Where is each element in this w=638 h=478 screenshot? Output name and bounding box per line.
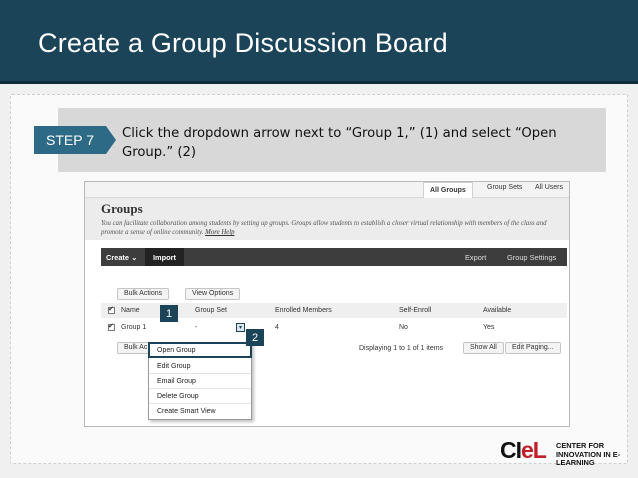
bulk-actions-button[interactable]: Bulk Actions — [117, 288, 170, 300]
ciel-logo: CIeL CENTER FOR INNOVATION IN E-LEARNING — [500, 437, 630, 467]
import-button[interactable]: Import — [145, 248, 184, 266]
logo-mark: CIeL — [500, 437, 547, 463]
menu-email-group[interactable]: Email Group — [149, 374, 251, 389]
group-name[interactable]: Group 1 — [121, 324, 146, 331]
view-options-button[interactable]: View Options — [185, 288, 241, 300]
edit-paging-button[interactable]: Edit Paging... — [505, 342, 561, 354]
col-self-enroll[interactable]: Self-Enroll — [399, 307, 431, 314]
group-set-value: - — [195, 324, 198, 331]
show-all-button[interactable]: Show All — [463, 342, 504, 354]
tab-all-users[interactable]: All Users — [535, 184, 563, 191]
col-group-set[interactable]: Group Set — [195, 307, 227, 314]
select-all-checkbox[interactable] — [108, 305, 115, 314]
callout-marker-1: 1 — [160, 305, 178, 322]
menu-edit-group[interactable]: Edit Group — [149, 359, 251, 374]
step-badge: STEP 7 — [34, 126, 116, 154]
paging-status: Displaying 1 to 1 of 1 items — [359, 345, 444, 352]
tab-group-sets[interactable]: Group Sets — [487, 184, 522, 191]
callout-marker-2: 2 — [246, 329, 264, 346]
step-instruction: Click the dropdown arrow next to “Group … — [122, 126, 557, 160]
chevron-down-icon: ⌄ — [131, 253, 138, 262]
groups-description-text: You can facilitate collaboration among s… — [101, 220, 547, 236]
more-help-link[interactable]: More Help — [205, 229, 234, 236]
group-settings-button[interactable]: Group Settings — [507, 253, 556, 262]
col-available[interactable]: Available — [483, 307, 511, 314]
groups-header: Groups You can facilitate collaboration … — [85, 198, 569, 240]
groups-description: You can facilitate collaboration among s… — [101, 219, 551, 237]
enrolled-value: 4 — [275, 324, 279, 331]
menu-create-smart-view[interactable]: Create Smart View — [149, 404, 251, 419]
row-dropdown-chevron-icon[interactable]: ▾ — [236, 323, 245, 332]
self-enroll-value: No — [399, 324, 408, 331]
table-row: Group 1 - 4 No Yes — [101, 320, 567, 335]
create-label: Create — [106, 253, 130, 262]
logo-text: CENTER FOR INNOVATION IN E-LEARNING — [556, 441, 621, 467]
slide: Create a Group Discussion Board STEP 7 C… — [0, 0, 638, 478]
available-value: Yes — [483, 324, 495, 331]
top-tabs: All Groups Group Sets All Users — [85, 182, 569, 198]
menu-delete-group[interactable]: Delete Group — [149, 389, 251, 404]
title-bar: Create a Group Discussion Board — [0, 0, 638, 84]
toolbar-row: Bulk Actions View Options — [101, 288, 567, 302]
action-bar: Create ⌄ Import Export Group Settings — [101, 248, 567, 266]
export-button[interactable]: Export — [465, 253, 486, 262]
slide-title: Create a Group Discussion Board — [38, 28, 448, 58]
create-menu-button[interactable]: Create ⌄ — [106, 253, 137, 262]
row-checkbox[interactable] — [108, 322, 115, 331]
col-enrolled[interactable]: Enrolled Members — [275, 307, 332, 314]
tab-all-groups[interactable]: All Groups — [423, 182, 473, 198]
open-group-highlight — [148, 342, 252, 358]
col-name[interactable]: Name — [121, 307, 140, 314]
groups-heading: Groups — [101, 201, 143, 216]
